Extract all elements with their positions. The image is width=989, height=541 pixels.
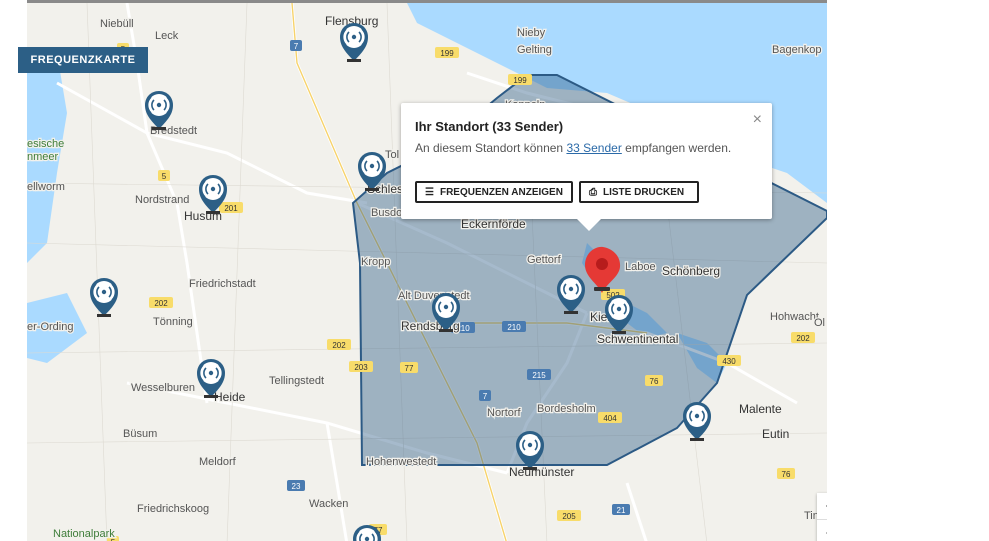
- road-shield: 23: [287, 480, 305, 491]
- place-label: Wesselburen: [131, 382, 195, 394]
- road-shield: 76: [645, 375, 663, 386]
- road-shield: 205: [557, 510, 581, 521]
- transmitter-icon[interactable]: [683, 402, 711, 441]
- place-label: Nationalpark: [53, 528, 115, 540]
- place-label: ellworm: [27, 181, 65, 193]
- place-label: Bagenkop: [772, 44, 822, 56]
- svg-text:23: 23: [292, 482, 301, 491]
- transmitter-icon[interactable]: [90, 278, 118, 317]
- zoom-in-button[interactable]: +: [817, 493, 827, 519]
- svg-text:199: 199: [513, 76, 527, 85]
- frequency-map[interactable]: 5719919952012022022037721021021574045027…: [27, 0, 827, 541]
- place-label: Laboe: [625, 261, 656, 273]
- place-label: er-Ording: [27, 321, 73, 333]
- place-label: Friedrichstadt: [189, 278, 256, 290]
- place-label: Gelting: [517, 44, 552, 56]
- svg-text:76: 76: [782, 470, 791, 479]
- place-label: Schwentinental: [597, 332, 678, 346]
- road-shield: 202: [149, 297, 173, 308]
- station-count-link[interactable]: 33 Sender: [566, 141, 621, 155]
- road-shield: 76: [777, 468, 795, 479]
- svg-text:210: 210: [507, 323, 521, 332]
- place-label: Nordstrand: [135, 194, 189, 206]
- svg-text:202: 202: [154, 299, 168, 308]
- road-shield: 210: [502, 321, 526, 332]
- popup-text-after: empfangen werden.: [621, 141, 732, 155]
- place-label: Neumünster: [509, 465, 574, 479]
- place-label: Tellingstedt: [269, 375, 324, 387]
- list-icon: ☰: [425, 186, 434, 198]
- transmitter-icon[interactable]: [340, 23, 368, 62]
- road-shield: 7: [290, 40, 302, 51]
- print-list-button[interactable]: ⎙ LISTE DRUCKEN: [579, 181, 699, 203]
- left-page-margin: [0, 0, 27, 541]
- place-label: Tönning: [153, 316, 193, 328]
- place-label: Gettorf: [527, 254, 562, 266]
- road-shield: 404: [598, 412, 622, 423]
- svg-text:199: 199: [440, 49, 454, 58]
- popup-text-before: An diesem Standort können: [415, 141, 567, 155]
- place-label: Bordesholm: [537, 403, 596, 415]
- svg-text:5: 5: [162, 172, 167, 181]
- location-popup: Ihr Standort (33 Sender) × An diesem Sta…: [401, 103, 772, 231]
- place-label: Heide: [214, 390, 246, 404]
- popup-title: Ihr Standort (33 Sender): [415, 119, 564, 134]
- place-label: Friedrichskoog: [137, 503, 209, 515]
- svg-text:76: 76: [650, 377, 659, 386]
- place-label: Niebüll: [100, 18, 134, 30]
- right-page-margin: [827, 0, 989, 541]
- svg-text:21: 21: [617, 506, 626, 515]
- place-label: Nieby: [517, 27, 546, 39]
- road-shield: 21: [612, 504, 630, 515]
- show-frequencies-button[interactable]: ☰ FREQUENZEN ANZEIGEN: [415, 181, 573, 203]
- svg-text:202: 202: [796, 334, 810, 343]
- svg-text:404: 404: [603, 414, 617, 423]
- place-label: Ol: [814, 317, 825, 329]
- road-shield: 199: [435, 47, 459, 58]
- printer-icon: ⎙: [589, 186, 597, 198]
- place-label: nmeer: [27, 151, 59, 163]
- place-label: Büsum: [123, 428, 157, 440]
- road-shield: 215: [527, 369, 551, 380]
- svg-text:202: 202: [332, 341, 346, 350]
- place-label: Meldorf: [199, 456, 237, 468]
- zoom-out-button[interactable]: −: [817, 520, 827, 541]
- place-label: Schönberg: [662, 264, 720, 278]
- map-canvas[interactable]: 5719919952012022022037721021021574045027…: [27, 3, 827, 541]
- frequency-map-tab[interactable]: FREQUENZKARTE: [18, 47, 148, 73]
- place-label: Wacken: [309, 498, 348, 510]
- svg-text:77: 77: [405, 364, 414, 373]
- svg-text:7: 7: [483, 392, 488, 401]
- road-shield: 77: [400, 362, 418, 373]
- svg-text:201: 201: [224, 204, 238, 213]
- zoom-controls: + −: [817, 493, 827, 541]
- road-shield: 201: [219, 202, 243, 213]
- road-shield: 202: [327, 339, 351, 350]
- svg-text:203: 203: [354, 363, 368, 372]
- svg-text:430: 430: [722, 357, 736, 366]
- show-frequencies-label: FREQUENZEN ANZEIGEN: [439, 186, 563, 198]
- print-list-label: LISTE DRUCKEN: [603, 186, 685, 198]
- close-icon[interactable]: ×: [753, 111, 762, 129]
- road-shield: 7: [479, 390, 491, 401]
- place-label: Leck: [155, 30, 179, 42]
- svg-text:205: 205: [562, 512, 576, 521]
- svg-text:7: 7: [294, 42, 299, 51]
- place-label: Kropp: [361, 256, 390, 268]
- place-label: Malente: [739, 402, 782, 416]
- place-label: esische: [27, 138, 64, 150]
- place-label: Eckernförde: [461, 217, 526, 231]
- svg-text:215: 215: [532, 371, 546, 380]
- road-shield: 199: [508, 74, 532, 85]
- place-label: Eutin: [762, 427, 789, 441]
- road-shield: 430: [717, 355, 741, 366]
- place-label: Tol: [385, 149, 399, 161]
- road-shield: 203: [349, 361, 373, 372]
- place-label: Hohwacht: [770, 311, 819, 323]
- place-label: Nortorf: [487, 407, 522, 419]
- place-label: Hohenwestedt: [366, 456, 436, 468]
- road-shield: 202: [791, 332, 815, 343]
- popup-description: An diesem Standort können 33 Sender empf…: [415, 140, 735, 157]
- road-shield: 5: [158, 170, 170, 181]
